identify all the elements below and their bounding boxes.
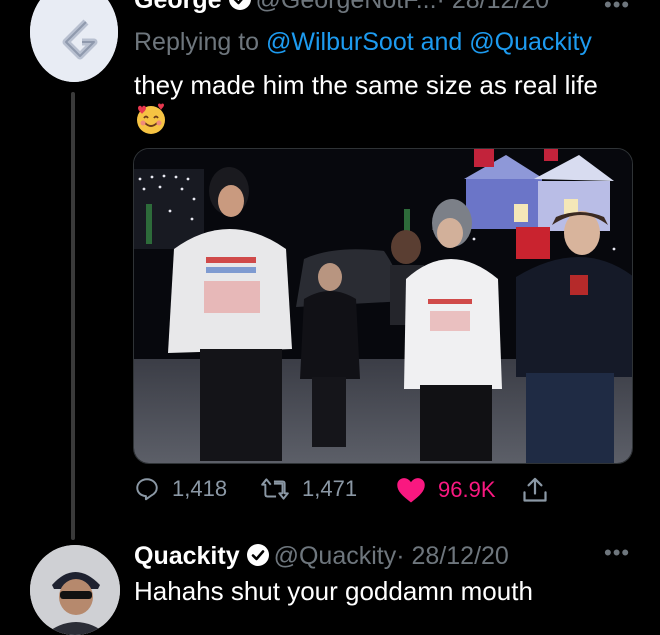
retweet-icon [260, 476, 290, 502]
more-options-button-2[interactable]: ••• [604, 540, 630, 566]
verified-icon [228, 0, 252, 11]
like-button[interactable]: 96.9K [396, 476, 496, 504]
smiling-face-with-hearts-icon [134, 102, 168, 136]
tweet-actions: 1,418 1,471 96.9K [134, 476, 554, 508]
tweet-text: they made him the same size as real life [134, 70, 598, 100]
tweet-date[interactable]: · 28/12/20 [437, 0, 550, 14]
tweet-media-photo[interactable] [133, 148, 633, 464]
replying-to-users-link[interactable]: @WilburSoot and @Quackity [266, 28, 592, 56]
reply-count: 1,418 [172, 476, 228, 501]
more-options-button[interactable]: ••• [604, 0, 630, 18]
reply-icon [134, 476, 160, 502]
reply-button[interactable]: 1,418 [134, 476, 227, 502]
tweet-text-2: Hahahs shut your goddamn mouth [134, 576, 533, 606]
share-button[interactable] [522, 476, 548, 504]
photo-illustration [134, 149, 632, 463]
verified-icon [246, 543, 270, 567]
author-name-2[interactable]: Quackity [134, 542, 240, 570]
retweet-count: 1,471 [302, 476, 358, 501]
author-name[interactable]: George [134, 0, 222, 14]
replying-to-label: Replying to [134, 28, 260, 56]
quackity-photo [30, 545, 120, 635]
avatar-george[interactable] [30, 0, 118, 82]
retweet-button[interactable]: 1,471 [260, 476, 357, 502]
share-icon [522, 476, 548, 504]
author-handle-2[interactable]: @Quackity [274, 542, 397, 570]
tweet-header: George @GeorgeNotF...· 28/12/20 [134, 0, 549, 15]
george-logo-icon [30, 0, 118, 82]
tweet-date-2[interactable]: · 28/12/20 [396, 542, 509, 570]
author-handle[interactable]: @GeorgeNotF... [256, 0, 437, 14]
thread-connector-line [71, 92, 75, 540]
tweet-header-2: Quackity @Quackity· 28/12/20 [134, 542, 509, 571]
avatar-quackity[interactable] [30, 545, 120, 635]
replying-to: Replying to @WilburSoot and @Quackity [134, 28, 592, 57]
heart-icon [396, 476, 426, 504]
like-count: 96.9K [438, 477, 496, 502]
